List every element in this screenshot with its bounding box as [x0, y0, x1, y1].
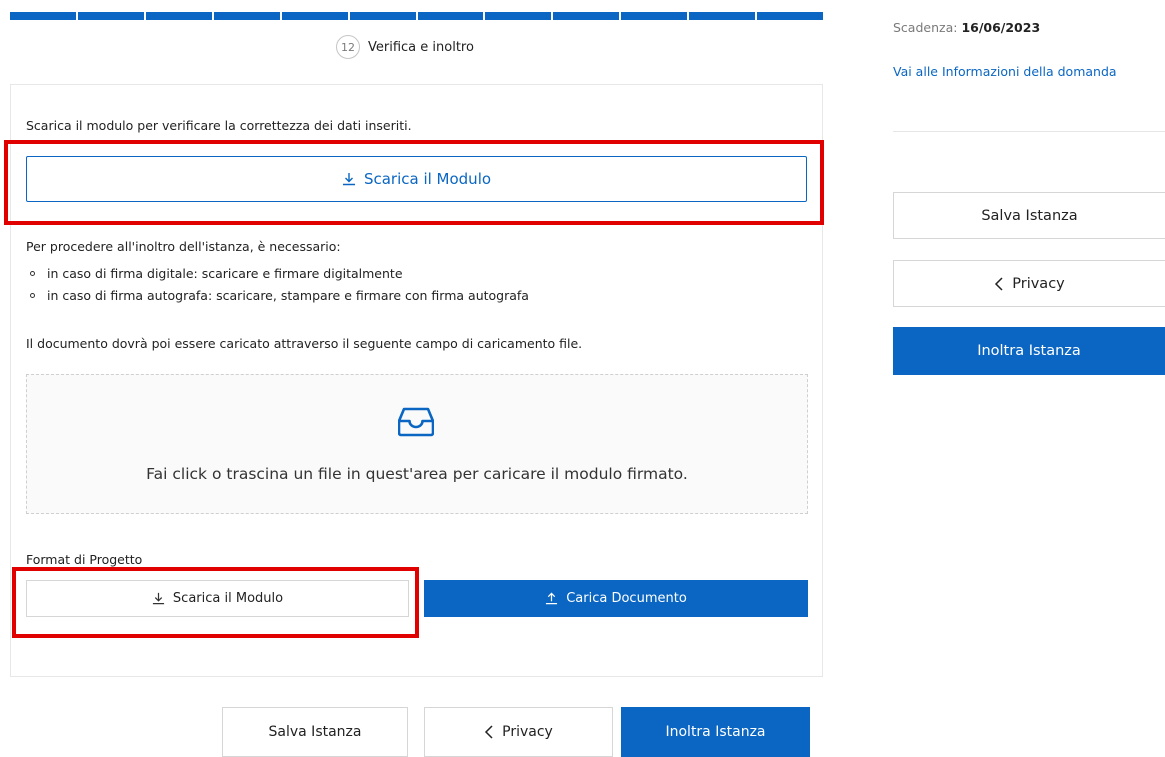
sidebar-submit-label: Inoltra Istanza: [977, 343, 1081, 359]
highlight-box-download: [4, 140, 824, 225]
divider: [893, 131, 1165, 132]
deadline-value: 16/06/2023: [961, 20, 1041, 35]
sidebar-save-button[interactable]: Salva Istanza: [893, 192, 1165, 239]
deadline: Scadenza: 16/06/2023: [893, 20, 1040, 35]
progress-segment: [689, 12, 756, 20]
progress-segment: [77, 12, 144, 20]
info-link[interactable]: Vai alle Informazioni della domanda: [893, 64, 1117, 79]
inbox-icon: [398, 405, 434, 437]
progress-segment: [417, 12, 484, 20]
upload-icon: [545, 592, 558, 605]
upload-note: Il documento dovrà poi essere caricato a…: [26, 336, 583, 351]
progress-segment: [553, 12, 620, 20]
upload-document-button[interactable]: Carica Documento: [424, 580, 808, 617]
progress-segment: [485, 12, 552, 20]
step-number: 12: [336, 35, 360, 59]
dropzone-message: Fai click o trascina un file in quest'ar…: [146, 465, 688, 483]
sidebar-submit-button[interactable]: Inoltra Istanza: [893, 327, 1165, 375]
upload-document-label: Carica Documento: [566, 591, 687, 606]
progress-segment: [621, 12, 688, 20]
highlight-box-format-download: [12, 567, 419, 638]
list-item: in caso di firma autografa: scaricare, s…: [26, 284, 529, 306]
progress-segment: [145, 12, 212, 20]
progress-segment: [213, 12, 280, 20]
progress-segment: [349, 12, 416, 20]
privacy-label: Privacy: [502, 724, 553, 740]
progress-segment: [281, 12, 348, 20]
requirements-list: in caso di firma digitale: scaricare e f…: [26, 262, 529, 306]
save-instance-label: Salva Istanza: [268, 724, 362, 740]
sidebar-save-label: Salva Istanza: [981, 207, 1078, 224]
chevron-left-icon: [484, 725, 494, 739]
requirements-intro: Per procedere all'inoltro dell'istanza, …: [26, 239, 341, 254]
save-instance-button[interactable]: Salva Istanza: [222, 707, 408, 757]
sidebar-privacy-label: Privacy: [1012, 275, 1065, 292]
submit-instance-button[interactable]: Inoltra Istanza: [621, 707, 810, 757]
step-label: Verifica e inoltro: [368, 39, 474, 55]
download-instruction: Scarica il modulo per verificare la corr…: [26, 118, 412, 133]
chevron-left-icon: [994, 276, 1004, 291]
sidebar-privacy-button[interactable]: Privacy: [893, 260, 1165, 307]
submit-instance-label: Inoltra Istanza: [665, 724, 766, 740]
list-item: in caso di firma digitale: scaricare e f…: [26, 262, 529, 284]
progress-segment: [10, 12, 76, 20]
format-label: Format di Progetto: [26, 552, 143, 567]
step-header: 12 Verifica e inoltro: [336, 35, 474, 59]
progress-segment: [757, 12, 824, 20]
deadline-label: Scadenza:: [893, 20, 958, 35]
file-dropzone[interactable]: Fai click o trascina un file in quest'ar…: [26, 374, 808, 514]
privacy-button[interactable]: Privacy: [424, 707, 613, 757]
progress-bar: [10, 12, 824, 20]
